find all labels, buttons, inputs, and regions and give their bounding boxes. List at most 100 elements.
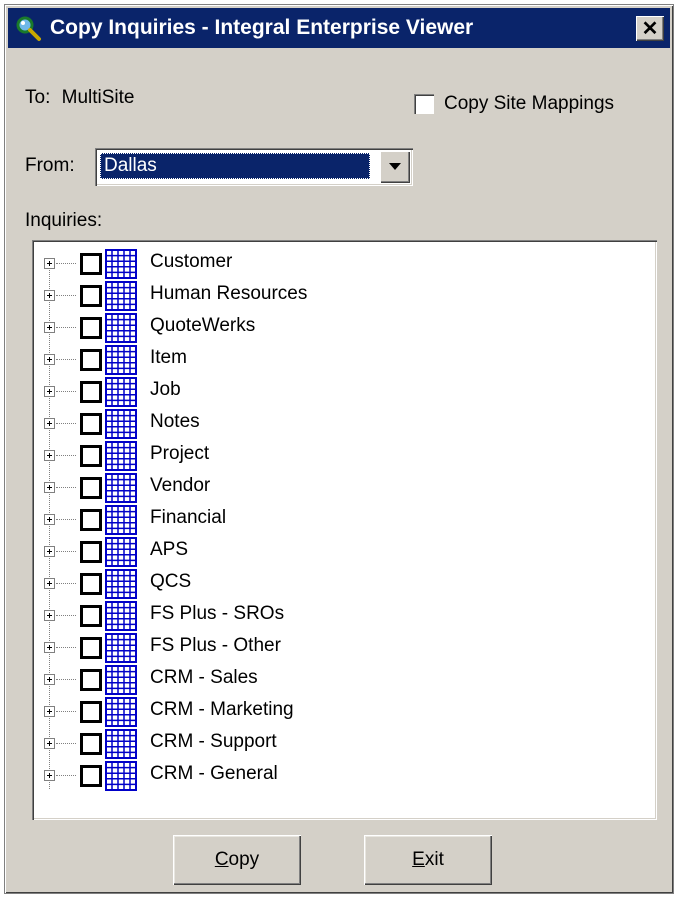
- tree-item-checkbox[interactable]: [80, 541, 102, 563]
- tree-connector: [56, 423, 76, 424]
- tree-item-label: Job: [150, 379, 181, 400]
- grid-table-icon: [105, 665, 137, 695]
- tree-connector: [56, 583, 76, 584]
- expand-plus-icon[interactable]: [44, 258, 55, 269]
- expand-plus-icon[interactable]: [44, 450, 55, 461]
- tree-item[interactable]: QuoteWerks: [32, 312, 657, 344]
- close-icon: ✕: [641, 17, 659, 40]
- tree-connector: [56, 391, 76, 392]
- copy-site-mappings-box[interactable]: [414, 94, 434, 114]
- inquiries-tree[interactable]: Customer Human Resources QuoteWerks Item Job…: [32, 240, 657, 820]
- expand-plus-icon[interactable]: [44, 674, 55, 685]
- expand-plus-icon[interactable]: [44, 290, 55, 301]
- grid-table-icon: [105, 697, 137, 727]
- tree-item[interactable]: CRM - General: [32, 760, 657, 792]
- expand-plus-icon[interactable]: [44, 642, 55, 653]
- expand-plus-icon[interactable]: [44, 770, 55, 781]
- from-site-dropdown[interactable]: Dallas: [95, 148, 413, 186]
- chevron-down-icon: [389, 163, 401, 170]
- expand-plus-icon[interactable]: [44, 738, 55, 749]
- tree-connector: [56, 615, 76, 616]
- grid-table-icon: [105, 505, 137, 535]
- grid-table-icon: [105, 537, 137, 567]
- tree-connector: [56, 519, 76, 520]
- tree-item[interactable]: APS: [32, 536, 657, 568]
- tree-connector: [56, 551, 76, 552]
- copy-site-mappings-checkbox[interactable]: Copy Site Mappings: [414, 93, 614, 115]
- tree-item-label: Vendor: [150, 475, 211, 496]
- expand-plus-icon[interactable]: [44, 706, 55, 717]
- expand-plus-icon[interactable]: [44, 578, 55, 589]
- grid-table-icon: [105, 761, 137, 791]
- tree-item[interactable]: Project: [32, 440, 657, 472]
- window-title: Copy Inquiries - Integral Enterprise Vie…: [50, 16, 474, 39]
- tree-item-checkbox[interactable]: [80, 733, 102, 755]
- expand-plus-icon[interactable]: [44, 418, 55, 429]
- tree-item-checkbox[interactable]: [80, 669, 102, 691]
- tree-item-label: Item: [150, 347, 187, 368]
- grid-table-icon: [105, 441, 137, 471]
- tree-item[interactable]: Notes: [32, 408, 657, 440]
- tree-item[interactable]: CRM - Marketing: [32, 696, 657, 728]
- tree-item-label: CRM - Support: [150, 731, 277, 752]
- dropdown-button[interactable]: [380, 151, 410, 183]
- expand-plus-icon[interactable]: [44, 514, 55, 525]
- expand-plus-icon[interactable]: [44, 322, 55, 333]
- tree-item-checkbox[interactable]: [80, 381, 102, 403]
- tree-item-checkbox[interactable]: [80, 285, 102, 307]
- expand-plus-icon[interactable]: [44, 386, 55, 397]
- to-value: MultiSite: [61, 87, 135, 108]
- tree-item-checkbox[interactable]: [80, 573, 102, 595]
- tree-item-checkbox[interactable]: [80, 605, 102, 627]
- tree-item[interactable]: QCS: [32, 568, 657, 600]
- tree-item[interactable]: CRM - Sales: [32, 664, 657, 696]
- expand-plus-icon[interactable]: [44, 482, 55, 493]
- tree-connector: [56, 679, 76, 680]
- expand-plus-icon[interactable]: [44, 546, 55, 557]
- expand-plus-icon[interactable]: [44, 610, 55, 621]
- grid-table-icon: [105, 473, 137, 503]
- grid-table-icon: [105, 249, 137, 279]
- tree-item[interactable]: Customer: [32, 248, 657, 280]
- tree-item[interactable]: Human Resources: [32, 280, 657, 312]
- copy-button[interactable]: Copy: [173, 835, 301, 885]
- tree-item[interactable]: FS Plus - SROs: [32, 600, 657, 632]
- tree-item[interactable]: FS Plus - Other: [32, 632, 657, 664]
- tree-item-checkbox[interactable]: [80, 317, 102, 339]
- tree-item-checkbox[interactable]: [80, 509, 102, 531]
- tree-connector: [56, 359, 76, 360]
- tree-item-label: CRM - General: [150, 763, 278, 784]
- copy-inquiries-dialog: Copy Inquiries - Integral Enterprise Vie…: [4, 4, 674, 894]
- tree-item-checkbox[interactable]: [80, 413, 102, 435]
- tree-item[interactable]: Vendor: [32, 472, 657, 504]
- tree-item-label: Customer: [150, 251, 233, 272]
- tree-item[interactable]: Item: [32, 344, 657, 376]
- grid-table-icon: [105, 601, 137, 631]
- tree-item[interactable]: CRM - Support: [32, 728, 657, 760]
- tree-item-checkbox[interactable]: [80, 253, 102, 275]
- exit-button[interactable]: Exit: [364, 835, 492, 885]
- tree-connector: [56, 263, 76, 264]
- tree-item-checkbox[interactable]: [80, 445, 102, 467]
- from-label: From:: [25, 155, 75, 176]
- close-button[interactable]: ✕: [636, 16, 664, 41]
- grid-table-icon: [105, 729, 137, 759]
- to-label: To: MultiSite: [25, 87, 135, 108]
- tree-item-checkbox[interactable]: [80, 477, 102, 499]
- grid-table-icon: [105, 345, 137, 375]
- tree-item-checkbox[interactable]: [80, 637, 102, 659]
- tree-item-checkbox[interactable]: [80, 349, 102, 371]
- tree-connector: [56, 455, 76, 456]
- expand-plus-icon[interactable]: [44, 354, 55, 365]
- tree-item-label: Project: [150, 443, 210, 464]
- tree-item-label: Notes: [150, 411, 200, 432]
- inquiries-label: Inquiries:: [25, 210, 103, 231]
- tree-connector: [56, 487, 76, 488]
- title-bar[interactable]: Copy Inquiries - Integral Enterprise Vie…: [8, 8, 670, 48]
- tree-item[interactable]: Financial: [32, 504, 657, 536]
- grid-table-icon: [105, 377, 137, 407]
- tree-item-label: FS Plus - Other: [150, 635, 281, 656]
- tree-item-checkbox[interactable]: [80, 701, 102, 723]
- tree-item-checkbox[interactable]: [80, 765, 102, 787]
- tree-item[interactable]: Job: [32, 376, 657, 408]
